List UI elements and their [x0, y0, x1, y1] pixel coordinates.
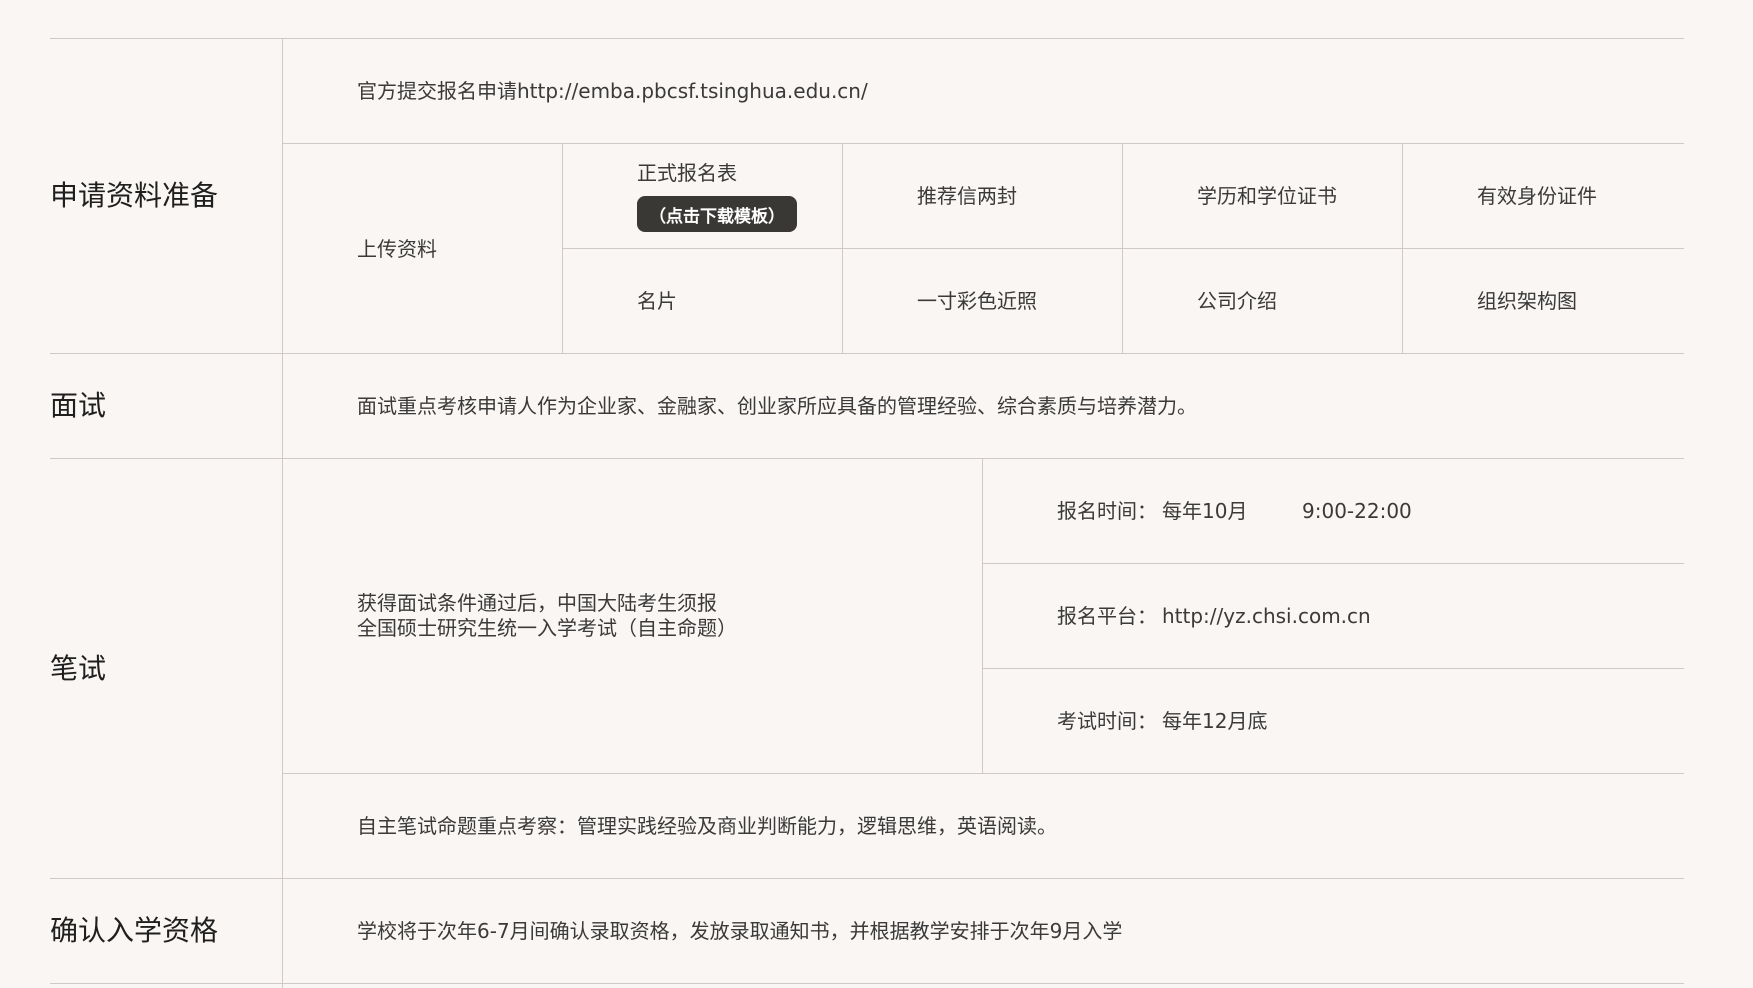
exam-time-label: 考试时间： [1057, 709, 1157, 733]
exam-time-value: 每年12月底 [1162, 709, 1268, 733]
row-divider [982, 563, 1684, 564]
column-divider [982, 458, 983, 773]
doc-item: 有效身份证件 [1477, 184, 1597, 208]
doc-item: 推荐信两封 [917, 184, 1017, 208]
written-focus-text: 自主笔试命题重点考察：管理实践经验及商业判断能力，逻辑思维，英语阅读。 [357, 814, 1057, 838]
column-divider [282, 38, 283, 988]
registration-time-value: 每年10月 [1162, 499, 1248, 523]
column-divider [1402, 143, 1403, 353]
interview-text: 面试重点考核申请人作为企业家、金融家、创业家所应具备的管理经验、综合素质与培养潜… [357, 394, 1197, 418]
row-divider [50, 38, 1684, 39]
submit-application-text: 官方提交报名申请http://emba.pbcsf.tsinghua.edu.c… [357, 79, 868, 103]
confirm-text: 学校将于次年6-7月间确认录取资格，发放录取通知书，并根据教学安排于次年9月入学 [357, 919, 1123, 943]
doc-item: 一寸彩色近照 [917, 289, 1037, 313]
row-divider [50, 458, 1684, 459]
row-divider [982, 668, 1684, 669]
section-title-confirm: 确认入学资格 [50, 914, 219, 947]
registration-platform-link[interactable]: http://yz.chsi.com.cn [1162, 606, 1371, 626]
section-title-interview: 面试 [50, 389, 107, 422]
row-divider [50, 353, 1684, 354]
doc-item: 公司介绍 [1197, 289, 1277, 313]
column-divider [842, 143, 843, 353]
doc-item: 名片 [637, 289, 677, 313]
written-desc-line2: 全国硕士研究生统一入学考试（自主命题） [357, 616, 737, 640]
row-divider [282, 773, 1684, 774]
column-divider [1122, 143, 1123, 353]
download-template-button[interactable]: （点击下载模板） [637, 196, 797, 232]
doc-item: 学历和学位证书 [1197, 184, 1337, 208]
row-divider [562, 248, 1684, 249]
row-divider [282, 143, 1684, 144]
upload-label: 上传资料 [357, 237, 437, 261]
written-desc-line1: 获得面试条件通过后，中国大陆考生须报 [357, 591, 717, 615]
form-label: 正式报名表 [637, 161, 737, 185]
registration-platform-label: 报名平台： [1057, 604, 1157, 628]
doc-item: 组织架构图 [1477, 289, 1577, 313]
registration-time-hours: 9:00-22:00 [1302, 499, 1412, 523]
section-title-apply: 申请资料准备 [50, 179, 219, 212]
row-divider [50, 878, 1684, 879]
section-title-written: 笔试 [50, 652, 107, 685]
row-divider [50, 983, 1684, 984]
registration-time-label: 报名时间： [1057, 499, 1157, 523]
column-divider [562, 143, 563, 353]
